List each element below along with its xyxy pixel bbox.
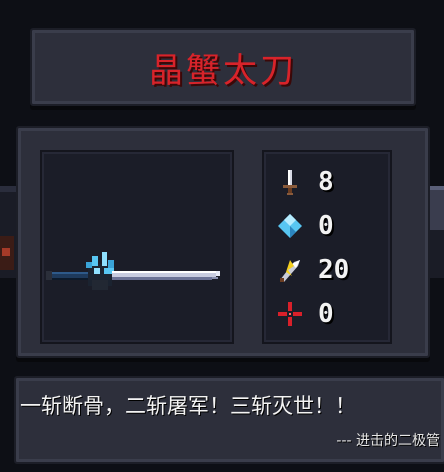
stat-row-energy: 0 bbox=[276, 208, 386, 244]
critical-value: 20 bbox=[318, 255, 350, 285]
weapon-quote-panel: 一斩断骨，二斩屠军！三斩灭世！！ --- 进击的二极管 bbox=[14, 376, 444, 464]
weapon-title-panel: 晶蟹太刀 bbox=[30, 28, 416, 106]
weapon-stats-panel: 8 0 20 0 bbox=[262, 150, 392, 344]
critical-icon bbox=[280, 260, 300, 282]
background-character bbox=[0, 236, 14, 270]
stat-row-damage: 8 bbox=[276, 164, 386, 200]
weapon-quote: 一斩断骨，二斩屠军！三斩灭世！！ bbox=[20, 394, 356, 418]
inaccuracy-value: 0 bbox=[318, 299, 334, 329]
crosshair-icon bbox=[278, 302, 302, 326]
weapon-name: 晶蟹太刀 bbox=[149, 50, 297, 91]
stat-row-critical: 20 bbox=[276, 252, 386, 288]
katana-sprite bbox=[46, 252, 220, 290]
sword-icon bbox=[283, 170, 297, 195]
damage-value: 8 bbox=[318, 167, 334, 197]
weapon-image-frame bbox=[40, 150, 234, 344]
quote-author: --- 进击的二极管 bbox=[336, 433, 440, 449]
weapon-info-card: 8 0 20 0 bbox=[16, 126, 430, 358]
stat-row-inaccuracy: 0 bbox=[276, 296, 386, 332]
energy-value: 0 bbox=[318, 211, 334, 241]
energy-crystal-icon bbox=[278, 214, 302, 238]
